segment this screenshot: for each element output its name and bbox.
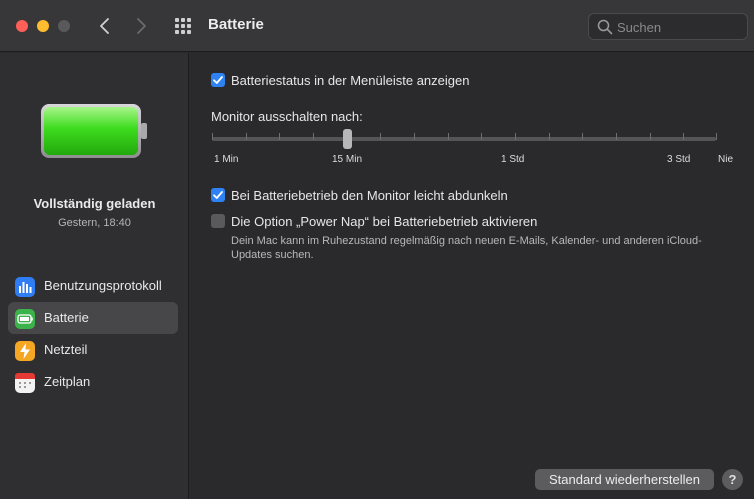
slider-tick [313, 133, 314, 140]
calendar-icon [15, 373, 35, 393]
show-all-button[interactable] [172, 15, 194, 37]
checkmark-icon [213, 191, 223, 199]
close-window-button[interactable] [16, 20, 28, 32]
tick-label-nie: Nie [718, 154, 734, 165]
tick-label-3std: 3 Std [667, 154, 691, 165]
slider-tick [549, 133, 550, 140]
search-field[interactable] [588, 13, 748, 40]
sidebar-item-benutzungsprotokoll[interactable]: Benutzungsprotokoll [8, 270, 178, 302]
slider-tick [650, 133, 651, 140]
restore-defaults-button[interactable]: Standard wiederherstellen [535, 469, 714, 490]
sidebar-item-batterie[interactable]: Batterie [8, 302, 178, 334]
slider-knob[interactable] [343, 129, 352, 149]
slider-tick [515, 133, 516, 140]
help-button[interactable]: ? [722, 469, 743, 490]
window-title: Batterie [208, 16, 264, 33]
zoom-window-button[interactable] [58, 20, 70, 32]
battery-status-time: Gestern, 18:40 [58, 217, 131, 229]
titlebar: Batterie [0, 0, 754, 52]
slider-tick [212, 133, 213, 140]
search-icon [597, 19, 613, 35]
chevron-left-icon [100, 18, 109, 34]
slider-tick [683, 133, 684, 140]
sidebar-item-label: Netzteil [44, 342, 88, 357]
slider-tick [414, 133, 415, 140]
tick-label-1std: 1 Std [501, 154, 525, 165]
sidebar-item-netzteil[interactable]: Netzteil [8, 334, 178, 366]
sidebar-item-label: Batterie [44, 310, 89, 325]
chevron-right-icon [137, 18, 146, 34]
power-nap-description-line2: Updates suchen. [231, 249, 314, 261]
power-nap-description-line1: Dein Mac kann im Ruhezustand regelmäßig … [231, 235, 702, 247]
menubar-status-checkbox[interactable] [211, 73, 225, 87]
bolt-icon [15, 341, 35, 361]
slider-tick [481, 133, 482, 140]
display-sleep-label: Monitor ausschalten nach: [211, 109, 363, 124]
checkmark-icon [213, 76, 223, 84]
slider-tick [246, 133, 247, 140]
slider-tick [380, 133, 381, 140]
minimize-window-button[interactable] [37, 20, 49, 32]
sidebar: Vollständig geladen Gestern, 18:40 Benut… [0, 53, 189, 499]
battery-icon [15, 309, 35, 329]
slider-track[interactable] [212, 137, 716, 141]
dim-display-checkbox[interactable] [211, 188, 225, 202]
battery-status-title: Vollständig geladen [33, 196, 156, 211]
battery-settings-pane: Batteriestatus in der Menüleiste anzeige… [190, 53, 754, 499]
sidebar-item-zeitplan[interactable]: Zeitplan [8, 366, 178, 398]
power-nap-label: Die Option „Power Nap“ bei Batteriebetri… [231, 214, 538, 229]
slider-tick [279, 133, 280, 140]
back-button[interactable] [93, 14, 117, 38]
chart-bars-icon [15, 277, 35, 297]
menubar-status-label: Batteriestatus in der Menüleiste anzeige… [231, 73, 470, 88]
forward-button[interactable] [129, 14, 153, 38]
tick-label-15min: 15 Min [332, 154, 363, 165]
slider-tick [448, 133, 449, 140]
slider-tick [616, 133, 617, 140]
search-input[interactable] [617, 18, 742, 36]
dim-display-label: Bei Batteriebetrieb den Monitor leicht a… [231, 188, 508, 203]
tick-label-1min: 1 Min [214, 154, 239, 165]
power-nap-checkbox[interactable] [211, 214, 225, 228]
sidebar-item-label: Zeitplan [44, 374, 91, 389]
sidebar-item-label: Benutzungsprotokoll [44, 278, 162, 293]
slider-tick [582, 133, 583, 140]
battery-level-icon [40, 103, 148, 164]
grid-icon [175, 18, 191, 34]
preferences-window: Batterie Suchen Vollständig geladen Gest… [0, 0, 754, 499]
slider-tick [716, 133, 717, 140]
